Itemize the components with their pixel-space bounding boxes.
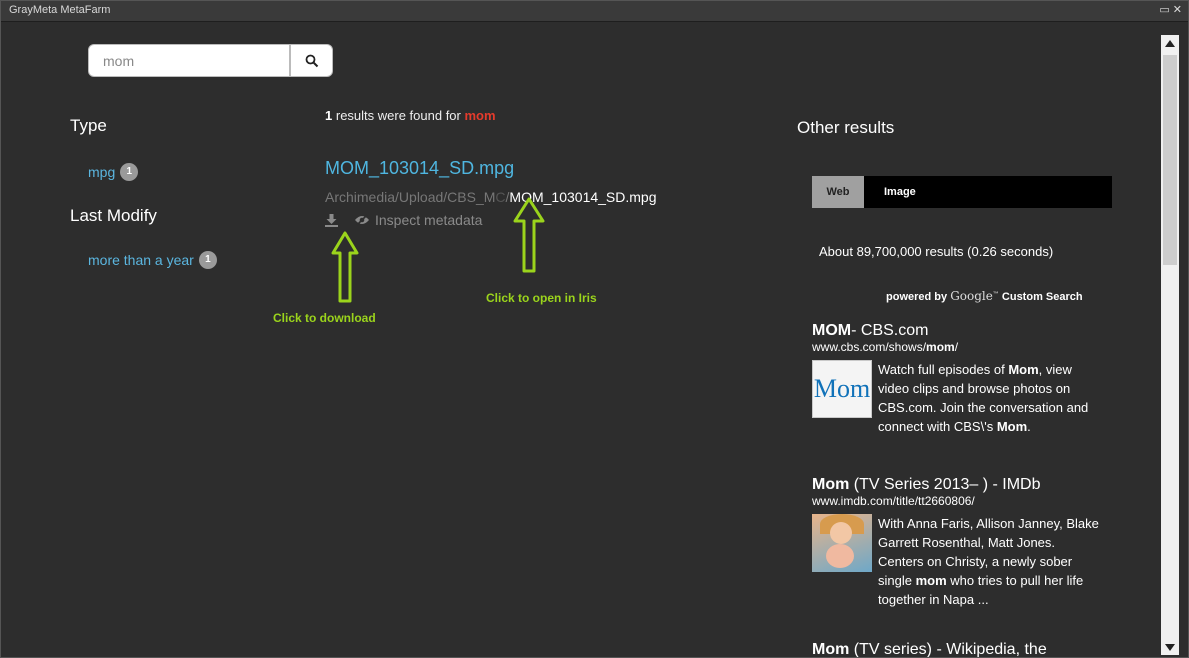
url-prefix: www.cbs.com/shows/ bbox=[812, 340, 927, 354]
results-summary: 1 results were found for mom bbox=[325, 108, 496, 123]
powered-by-label: powered by bbox=[886, 291, 948, 303]
web-result-description: With Anna Faris, Allison Janney, Blake G… bbox=[878, 514, 1103, 609]
path-prefix: Archimedia/Upload/CBS_M bbox=[325, 189, 496, 205]
annotation-arrow-download bbox=[331, 231, 359, 303]
other-results-heading: Other results bbox=[797, 118, 895, 137]
url-prefix: www.imdb.com/title/tt2660806/ bbox=[812, 494, 975, 508]
inspect-metadata-link[interactable]: Inspect metadata bbox=[354, 212, 482, 228]
facet-item-mpg[interactable]: mpg 1 bbox=[88, 163, 139, 181]
results-count: 1 bbox=[325, 108, 333, 123]
inspect-metadata-label: Inspect metadata bbox=[375, 212, 483, 228]
close-icon[interactable]: ✕ bbox=[1173, 3, 1182, 16]
web-result-count: About 89,700,000 results (0.26 seconds) bbox=[819, 244, 1054, 259]
search-box bbox=[88, 44, 333, 77]
web-result-title[interactable]: Mom (TV series) - Wikipedia, the bbox=[812, 641, 1112, 657]
url-suffix: / bbox=[954, 340, 959, 354]
facet-label: more than a year bbox=[88, 252, 194, 268]
facet-label: mpg bbox=[88, 164, 116, 180]
maximize-icon[interactable]: ▭ bbox=[1159, 3, 1169, 16]
download-icon bbox=[325, 213, 338, 227]
desc-text: . bbox=[1027, 419, 1031, 434]
facet-heading-type: Type bbox=[70, 116, 107, 135]
desc-bold: mom bbox=[915, 573, 947, 588]
results-query: mom bbox=[464, 108, 496, 123]
web-result-url: www.imdb.com/title/tt2660806/ bbox=[812, 494, 1112, 508]
path-obscured: C bbox=[495, 189, 506, 205]
result-path: Archimedia/Upload/CBS_MC/MOM_103014_SD.m… bbox=[325, 189, 657, 205]
custom-search-label: Custom Search bbox=[1001, 291, 1083, 303]
scroll-thumb[interactable] bbox=[1163, 55, 1177, 265]
desc-bold: Mom bbox=[1008, 362, 1039, 377]
result-thumbnail[interactable] bbox=[812, 514, 872, 572]
result-actions: Inspect metadata bbox=[325, 212, 482, 228]
count-badge: 1 bbox=[120, 163, 139, 181]
annotation-arrow-iris bbox=[513, 197, 545, 273]
desc-bold: Mom bbox=[996, 419, 1028, 434]
search-tabs: Web Image bbox=[812, 176, 1112, 208]
powered-by: powered by Google™ Custom Search bbox=[886, 289, 1083, 303]
results-summary-text: results were found for bbox=[335, 108, 461, 123]
url-bold: mom bbox=[926, 340, 955, 354]
search-icon bbox=[305, 54, 318, 67]
web-result: MOM- CBS.com www.cbs.com/shows/mom/ Mom … bbox=[812, 322, 1112, 436]
facet-heading-last-modify: Last Modify bbox=[70, 206, 157, 225]
scroll-down-icon[interactable] bbox=[1161, 639, 1179, 655]
title-bold: MOM bbox=[812, 322, 852, 339]
title-bold: Mom bbox=[812, 476, 850, 493]
scroll-up-icon[interactable] bbox=[1161, 35, 1179, 51]
count-badge: 1 bbox=[198, 251, 217, 269]
tab-image[interactable]: Image bbox=[884, 176, 916, 208]
title-rest: (TV Series 2013– ) - IMDb bbox=[849, 476, 1041, 493]
facet-item-more-than-year[interactable]: more than a year 1 bbox=[88, 251, 217, 269]
desc-text: Watch full episodes of bbox=[878, 362, 1009, 377]
download-button[interactable] bbox=[325, 213, 338, 227]
title-bar: GrayMeta MetaFarm ▭ ✕ bbox=[1, 1, 1188, 22]
search-input[interactable] bbox=[88, 44, 290, 77]
result-title-link[interactable]: MOM_103014_SD.mpg bbox=[325, 158, 514, 179]
web-result-url: www.cbs.com/shows/mom/ bbox=[812, 340, 1112, 354]
vertical-scrollbar[interactable] bbox=[1161, 35, 1179, 655]
web-result: Mom (TV series) - Wikipedia, the bbox=[812, 641, 1112, 657]
search-button[interactable] bbox=[290, 44, 333, 77]
result-thumbnail[interactable]: Mom bbox=[812, 360, 872, 418]
web-result-title[interactable]: Mom (TV Series 2013– ) - IMDb bbox=[812, 476, 1112, 494]
web-result: Mom (TV Series 2013– ) - IMDb www.imdb.c… bbox=[812, 476, 1112, 609]
google-logo: Google bbox=[950, 289, 993, 303]
app-window: GrayMeta MetaFarm ▭ ✕ Type mpg 1 Last Mo… bbox=[0, 0, 1189, 658]
tab-web[interactable]: Web bbox=[812, 176, 864, 208]
web-result-description: Watch full episodes of Mom, view video c… bbox=[878, 360, 1103, 436]
window-controls: ▭ ✕ bbox=[1159, 3, 1182, 16]
window-title: GrayMeta MetaFarm bbox=[9, 4, 111, 16]
title-bold: Mom bbox=[812, 641, 850, 657]
annotation-open-iris: Click to open in Iris bbox=[486, 291, 597, 305]
eye-slash-icon bbox=[355, 214, 369, 226]
web-result-title[interactable]: MOM- CBS.com bbox=[812, 322, 1112, 340]
annotation-download: Click to download bbox=[273, 311, 376, 325]
title-rest: - CBS.com bbox=[851, 322, 929, 339]
title-rest: (TV series) - Wikipedia, the bbox=[849, 641, 1047, 657]
